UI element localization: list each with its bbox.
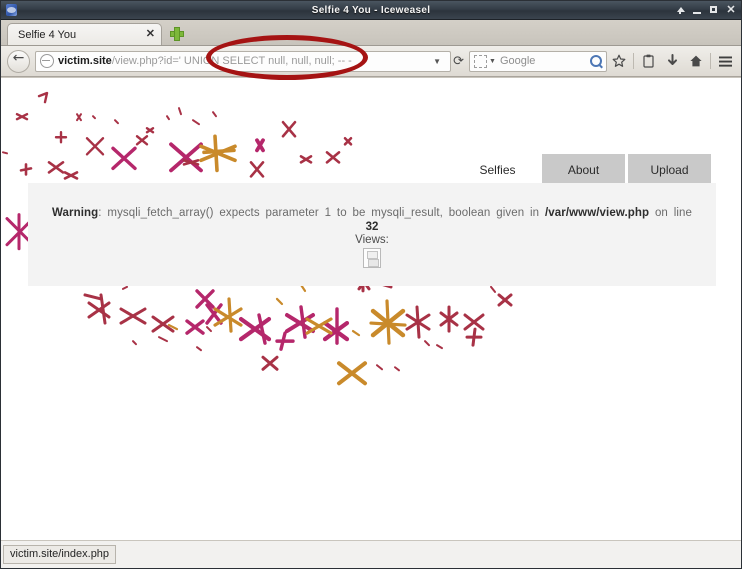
chevron-down-icon[interactable]: ▼ [489,58,496,65]
back-arrow-icon[interactable] [7,49,30,73]
iceweasel-icon [4,3,18,17]
shade-window-button[interactable] [675,5,685,15]
views-label: Views: [355,234,389,246]
url-path: /view.php?id=' UNION SELECT null, null, … [111,55,352,67]
menu-icon[interactable] [713,50,737,72]
url-input[interactable]: victim.site/view.php?id=' UNION SELECT n… [35,50,452,72]
chevron-down-icon[interactable]: ▼ [433,57,441,66]
close-window-button[interactable]: ✕ [726,5,736,16]
warning-body-2: on line [654,207,693,219]
broken-image-icon [363,248,381,268]
site-tab-label: Selfies [479,162,516,177]
browser-statusbar: victim.site/index.php [1,540,741,568]
home-icon[interactable] [684,50,708,72]
url-host: victim.site [58,55,112,67]
search-input[interactable]: ▼ Google [469,50,607,72]
maximize-window-button[interactable] [709,5,719,15]
download-icon[interactable] [660,50,684,72]
toolbar-divider [633,53,634,69]
search-placeholder: Google [499,55,536,67]
browser-navbar: victim.site/view.php?id=' UNION SELECT n… [1,46,741,77]
window-titlebar: Selfie 4 You - Iceweasel ✕ [1,1,741,20]
status-link-target: victim.site/index.php [3,545,117,564]
warning-prefix: Warning [52,207,99,219]
browser-window: Selfie 4 You - Iceweasel ✕ Selfie 4 You … [0,0,742,569]
scatter-marks-artwork [2,91,513,386]
content-panel: Warning: mysqli_fetch_array() expects pa… [28,183,716,286]
toolbar-divider [710,53,711,69]
window-controls: ✕ [675,5,736,16]
site-tab-label: About [567,162,600,177]
clipboard-icon[interactable] [636,50,660,72]
site-tab-upload[interactable]: Upload [628,154,711,185]
minimize-window-button[interactable] [692,5,702,15]
bookmark-star-icon[interactable] [607,50,631,72]
new-tab-icon[interactable] [168,25,186,43]
php-warning-message: Warning: mysqli_fetch_array() expects pa… [52,205,692,222]
site-tab-selfies[interactable]: Selfies [456,154,539,185]
browser-tabstrip: Selfie 4 You ✕ [1,20,741,46]
globe-favicon-icon [40,54,54,68]
close-tab-icon[interactable]: ✕ [146,29,155,40]
search-icon[interactable] [590,55,602,67]
site-tab-about[interactable]: About [542,154,625,185]
window-title: Selfie 4 You - Iceweasel [311,4,431,16]
warning-file-path: /var/www/view.php [544,207,650,219]
site-navigation: Selfies About Upload [456,154,711,185]
page-viewport: Selfies About Upload Warning: mysqli_fet… [1,77,741,540]
url-text: victim.site/view.php?id=' UNION SELECT n… [58,55,428,67]
site-tab-label: Upload [650,162,689,177]
browser-tab-label: Selfie 4 You [18,28,77,41]
warning-line-number: 32 [365,221,379,233]
warning-body-1: mysqli_fetch_array() expects parameter 1… [107,207,540,219]
search-engine-icon[interactable] [474,54,487,68]
warning-colon: : [98,207,102,219]
browser-tab[interactable]: Selfie 4 You ✕ [7,23,162,45]
reload-icon[interactable]: ⟳ [453,54,464,69]
